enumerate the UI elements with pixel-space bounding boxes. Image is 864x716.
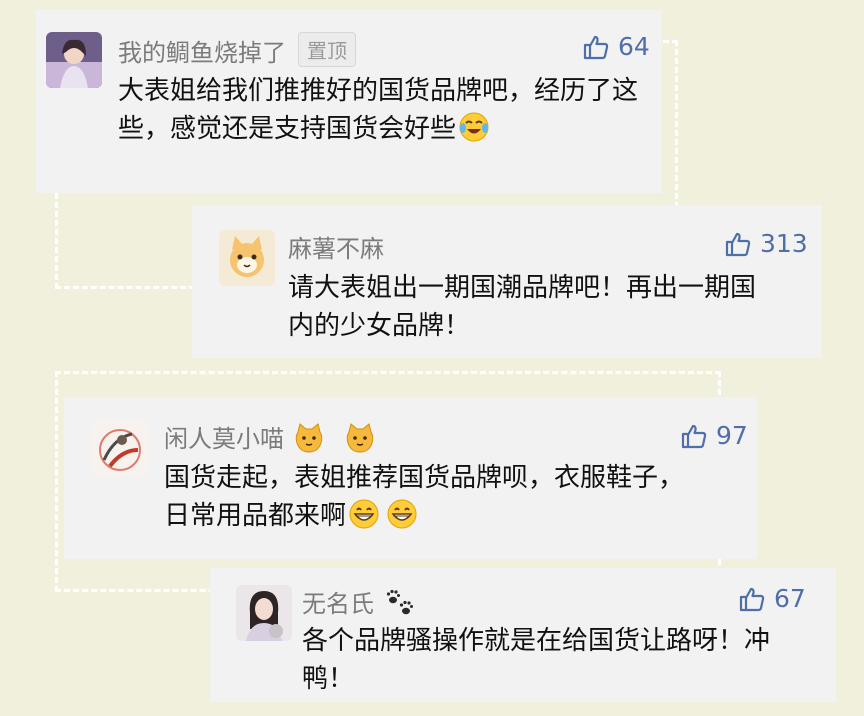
- paw-prints-emoji: [384, 588, 416, 618]
- avatar[interactable]: [92, 420, 148, 476]
- comment-text: 大表姐给我们推推好的国货品牌吧，经历了这些，感觉还是支持国货会好些: [118, 76, 639, 144]
- avatar[interactable]: [236, 585, 292, 641]
- cat-face-emoji: [345, 423, 375, 453]
- avatar[interactable]: [219, 230, 275, 286]
- like-button[interactable]: 313: [724, 229, 808, 258]
- like-count: 313: [760, 229, 808, 258]
- like-count: 67: [774, 584, 806, 613]
- like-count: 64: [618, 32, 650, 61]
- comment-card: 麻薯不麻 313 请大表姐出一期国潮品牌吧！再出一期国内的少女品牌！: [192, 205, 822, 358]
- like-button[interactable]: 97: [680, 421, 748, 450]
- comment-text: 请大表姐出一期国潮品牌吧！再出一期国内的少女品牌！: [288, 273, 757, 341]
- grinning-emoji: [348, 498, 380, 530]
- comment-text: 各个品牌骚操作就是在给国货让路呀！冲鸭！: [302, 626, 771, 694]
- comment-text: 国货走起，表姐推荐国货品牌呗，衣服鞋子，日常用品都来啊: [164, 463, 685, 531]
- pinned-badge: 置顶: [298, 32, 356, 67]
- grinning-emoji: [386, 498, 418, 530]
- username[interactable]: 麻薯不麻: [288, 229, 384, 264]
- comment-card: 无名氏 67 各个品牌骚操作就是在给国货让路呀！冲鸭！: [210, 568, 836, 702]
- comment-card: 闲人莫小喵 97 国货走起，表姐推荐国货品牌呗，衣服鞋子，日常用品都来啊: [64, 397, 757, 559]
- username[interactable]: 我的鲷鱼烧掉了 置顶: [118, 32, 356, 68]
- thumbs-up-icon: [724, 230, 752, 258]
- thumbs-up-icon: [582, 33, 610, 61]
- like-count: 97: [716, 421, 748, 450]
- like-button[interactable]: 64: [582, 32, 650, 61]
- thumbs-up-icon: [738, 585, 766, 613]
- comment-card: 我的鲷鱼烧掉了 置顶 64 大表姐给我们推推好的国货品牌吧，经历了这些，感觉还是支…: [36, 10, 662, 193]
- laughing-crying-emoji: [458, 111, 490, 143]
- like-button[interactable]: 67: [738, 584, 806, 613]
- username[interactable]: 闲人莫小喵: [164, 419, 375, 454]
- thumbs-up-icon: [680, 422, 708, 450]
- cat-face-emoji: [294, 423, 324, 453]
- username[interactable]: 无名氏: [302, 584, 416, 619]
- avatar[interactable]: [46, 32, 102, 88]
